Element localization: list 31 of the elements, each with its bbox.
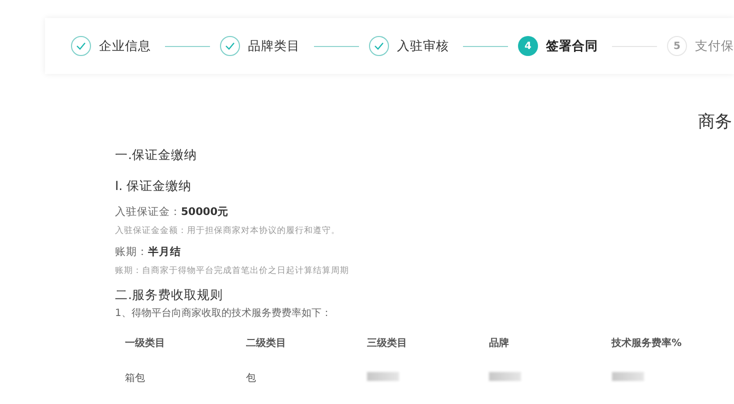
- step-label[interactable]: 签署合同: [546, 38, 598, 54]
- note-text: 入驻保证金金额：用于担保商家对本协议的履行和遵守。: [115, 225, 341, 237]
- field-value: 50000元: [181, 206, 229, 218]
- field-label: 入驻保证金：: [115, 206, 181, 218]
- paragraph: 1、得物平台向商家收取的技术服务费费率如下：: [115, 306, 332, 320]
- page-title: 商务: [697, 111, 733, 133]
- step-number: 5: [667, 36, 687, 56]
- step-label[interactable]: 入驻审核: [397, 38, 449, 54]
- column-header: 二级类目: [246, 338, 286, 349]
- check-icon: [220, 36, 240, 56]
- field-label: 账期：: [115, 246, 148, 258]
- redacted-block: [612, 372, 644, 381]
- step-label[interactable]: 企业信息: [99, 38, 151, 54]
- table-cell: 箱包: [125, 373, 145, 384]
- note-text: 账期：自商家于得物平台完成首笔出价之日起计算结算周期: [115, 265, 350, 277]
- section-heading: 一.保证金缴纳: [115, 147, 198, 164]
- column-header: 三级类目: [366, 338, 407, 349]
- subsection-heading: I. 保证金缴纳: [115, 178, 193, 195]
- column-header: 品牌: [489, 338, 510, 349]
- step-label[interactable]: 品牌类目: [248, 38, 300, 54]
- step-number: 4: [518, 36, 538, 56]
- redacted-block: [489, 372, 522, 381]
- check-icon: [71, 36, 91, 56]
- check-icon: [369, 36, 389, 56]
- column-header: 一级类目: [125, 338, 165, 349]
- step-label[interactable]: 支付保: [695, 38, 734, 54]
- field-value: 半月结: [148, 246, 181, 258]
- table-cell: 包: [246, 373, 256, 384]
- section-heading: 二.服务费收取规则: [115, 287, 224, 304]
- redacted-block: [366, 372, 399, 381]
- column-header: 技术服务费率%: [612, 338, 682, 349]
